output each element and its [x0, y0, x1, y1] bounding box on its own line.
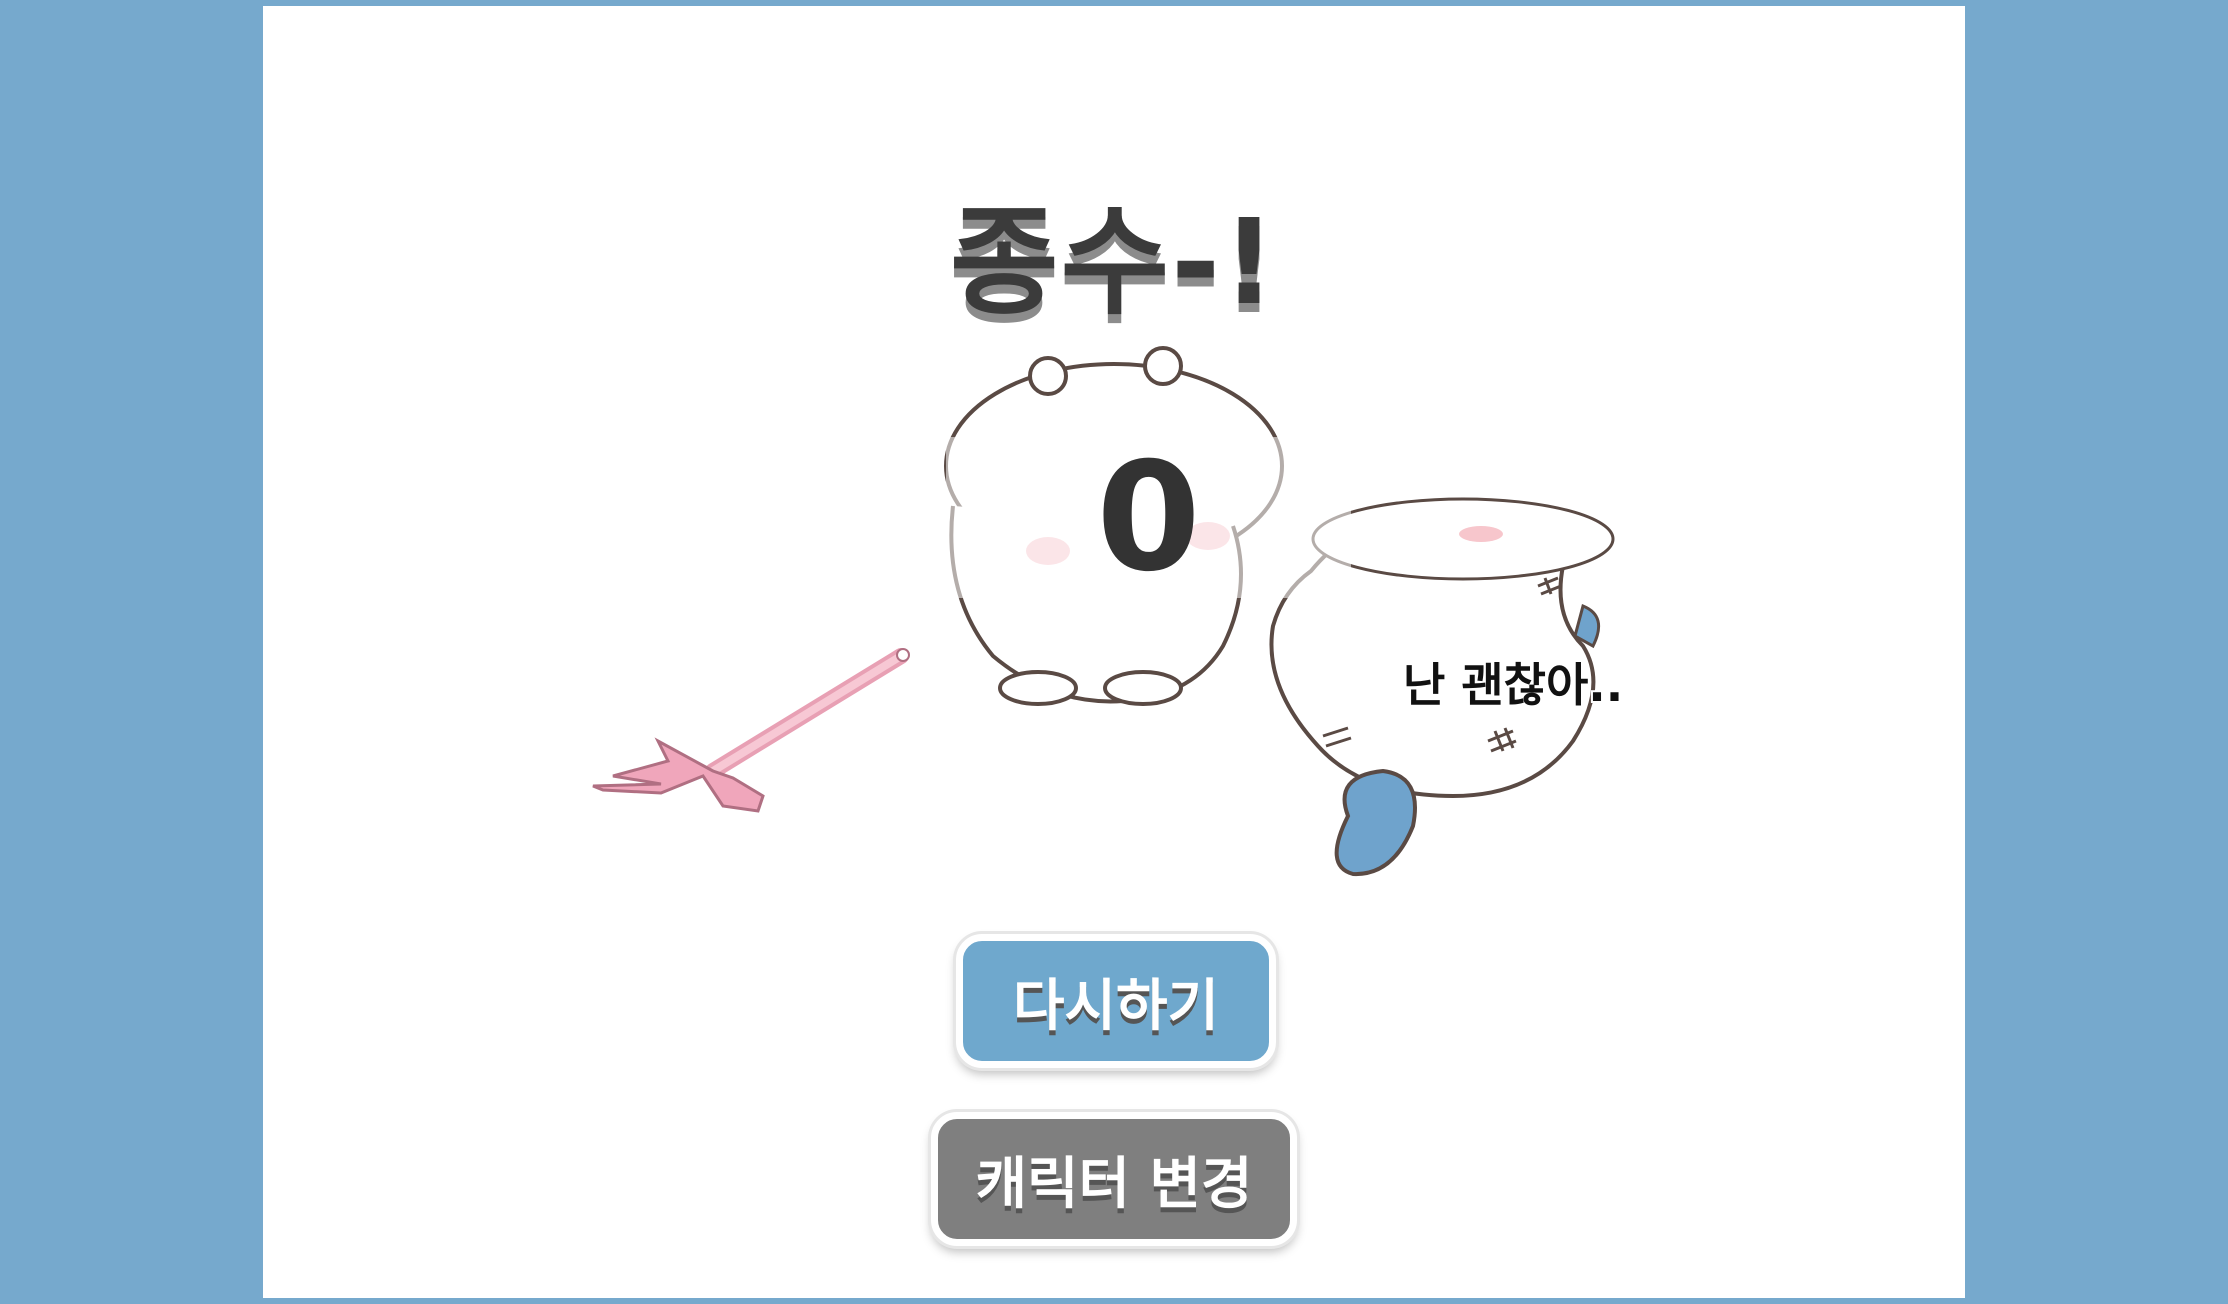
game-background: { "result": { "title": "종수-!" }, "score"…: [0, 0, 2228, 1304]
change-character-button-label: 캐릭터 변경: [975, 1151, 1253, 1217]
score-value: 0: [1096, 430, 1201, 605]
character-speech: 난 괜찮아..: [1403, 658, 1624, 712]
change-character-button[interactable]: 캐릭터 변경: [931, 1112, 1297, 1246]
retry-button-label: 다시하기: [1012, 973, 1220, 1039]
retry-button[interactable]: 다시하기: [956, 934, 1276, 1068]
score-display: 0: [946, 430, 1351, 605]
result-title: 종수-!: [950, 193, 1278, 331]
game-stage: 종수-! 0 난 괜찮아.. 다시하기 캐릭터 변경: [263, 6, 1965, 1298]
grabber-tool-icon: [592, 648, 910, 813]
